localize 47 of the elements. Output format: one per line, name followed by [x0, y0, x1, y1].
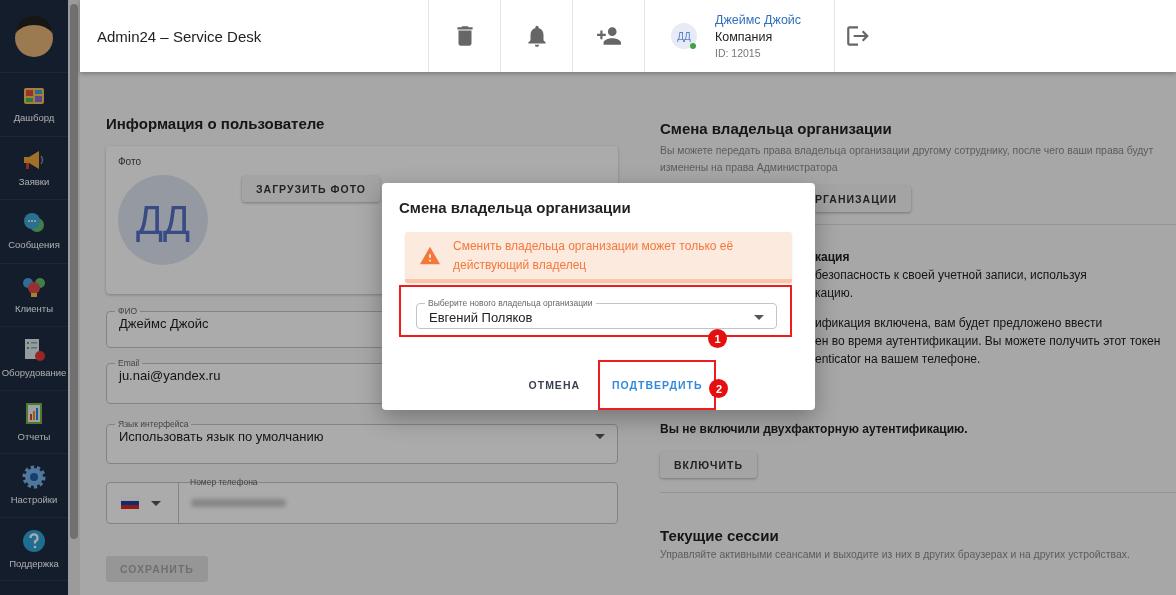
change-owner-button[interactable]: РГАНИЗАЦИИ — [815, 186, 911, 212]
section-description: Вы можете передать права владельца организации другому сотруднику, после чего ваши права будут изменены на права Администратора — [660, 144, 1155, 175]
text-line: ификация включена, вам будет предложено ввести — [815, 315, 1104, 332]
phone-field[interactable]: Номер телефона — [179, 477, 617, 523]
help-icon — [22, 528, 46, 553]
section-title: кация — [815, 249, 851, 266]
app-title: Admin24 – Service Desk — [97, 27, 262, 45]
dialog-title: Смена владельца организации — [399, 199, 632, 216]
text-line: enticator на вашем телефоне. — [815, 351, 982, 368]
caret-icon — [151, 500, 161, 506]
field-label: Выберите нового владельца организации — [427, 298, 594, 308]
field-label: Email — [117, 358, 141, 368]
checklist-icon — [22, 338, 46, 363]
section-title: Информация о пользователе — [106, 115, 326, 132]
field-label: Язык интерфейса — [117, 419, 190, 429]
people-icon — [22, 275, 46, 298]
alert-text: Сменить владельца организации может только её действующий владелец — [453, 237, 735, 274]
annotation-badge: 2 — [709, 379, 729, 398]
logout-icon[interactable] — [845, 23, 871, 49]
owner-select[interactable]: Выберите нового владельца организации Евгений Поляков — [416, 298, 777, 329]
company-name: Компания — [715, 30, 774, 44]
field-label: Номер телефона — [189, 477, 259, 487]
field-label: ФИО — [117, 306, 139, 316]
user-name-link[interactable]: Джеймс Джойс — [715, 13, 802, 27]
text-line: ен во время аутентификации. Вы можете получить этот токен — [815, 333, 1162, 350]
enable-button[interactable]: ВКЛЮЧИТЬ — [660, 452, 757, 478]
text-line: кацию. — [815, 285, 855, 302]
section-title: Смена владельца организации — [660, 120, 893, 137]
user-avatar: ДД — [118, 175, 208, 265]
two-factor-status: Вы не включили двухфакторную аутентификацию. — [660, 422, 969, 436]
text-line: безопасность к своей учетной записи, используя — [815, 267, 1088, 284]
upload-photo-button[interactable]: ЗАГРУЗИТЬ ФОТО — [242, 176, 380, 202]
section-description: Управляйте активными сеансами и выходите из них в других браузерах и на других устройствах. — [660, 548, 1131, 562]
caret-icon — [754, 314, 764, 320]
gear-icon — [22, 465, 46, 490]
cancel-button[interactable]: ОТМЕНА — [518, 369, 591, 401]
report-icon — [23, 401, 45, 426]
select-field[interactable]: Язык интерфейса Использовать язык по умолчанию — [106, 419, 618, 464]
photo-label: Фото — [118, 156, 142, 167]
scrollbar-thumb[interactable] — [70, 4, 78, 539]
caret-icon — [595, 434, 605, 439]
flag-icon — [121, 497, 139, 509]
megaphone-icon — [22, 148, 46, 171]
section-title: Текущие сессии — [660, 527, 780, 544]
annotation-badge: 1 — [708, 329, 727, 348]
chat-bubbles-icon — [22, 212, 46, 235]
user-id: ID: 12015 — [715, 47, 762, 59]
